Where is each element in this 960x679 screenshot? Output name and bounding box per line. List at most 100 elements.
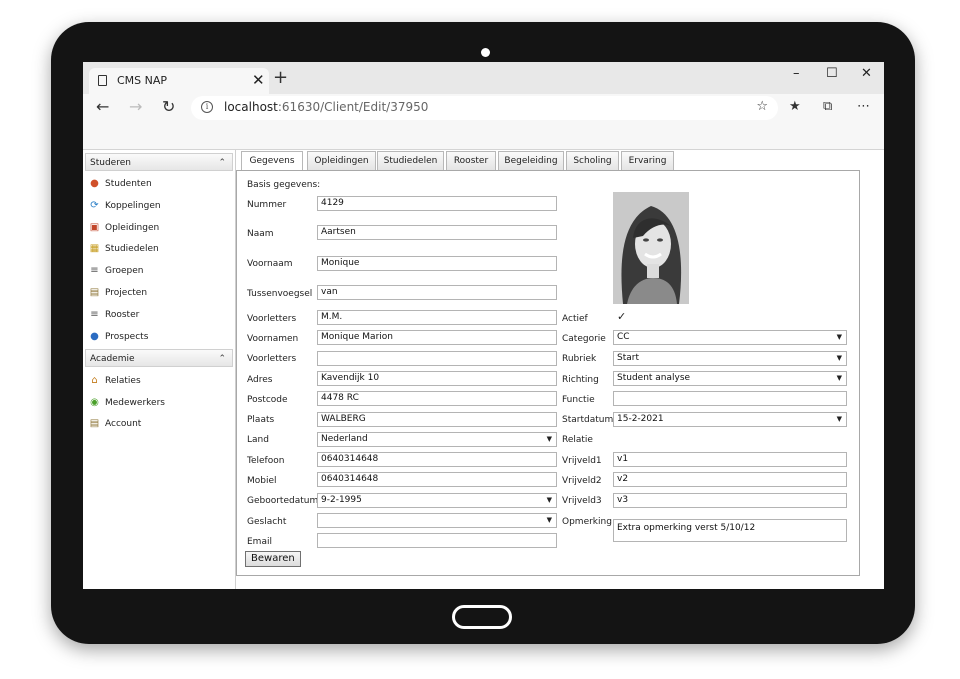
minimize-icon[interactable]: – — [793, 66, 800, 81]
plaats-field[interactable]: WALBERG — [317, 412, 557, 427]
sidebar-item-prospects[interactable]: ● Prospects — [89, 329, 148, 345]
module-icon: ▦ — [89, 243, 100, 254]
student-icon: ● — [90, 178, 99, 189]
adres-field[interactable]: Kavendijk 10 — [317, 371, 557, 386]
more-icon[interactable]: ⋯ — [857, 99, 870, 114]
maximize-icon[interactable]: ☐ — [826, 66, 838, 81]
land-label: Land — [247, 435, 269, 445]
vrijveld1-field[interactable]: v1 — [613, 452, 847, 467]
voorletters2-field[interactable] — [317, 351, 557, 366]
tab-title: CMS NAP — [117, 74, 168, 87]
favorites-icon[interactable]: ★ — [789, 99, 801, 114]
tab-opleidingen[interactable]: Opleidingen — [307, 151, 376, 170]
rubriek-select[interactable]: Start ▼ — [613, 351, 847, 366]
refresh-icon[interactable]: ↻ — [162, 97, 175, 116]
sidebar: Studeren ⌃ ● Studenten ⟳ Koppelingen ▣ Oplei… — [83, 150, 236, 589]
voorletters2-label: Voorletters — [247, 354, 297, 364]
voorletters-label: Voorletters — [247, 314, 297, 324]
voornaam-field[interactable]: Monique — [317, 256, 557, 271]
postcode-label: Postcode — [247, 395, 288, 405]
sidebar-item-koppelingen[interactable]: ⟳ Koppelingen — [89, 198, 160, 214]
richting-label: Richting — [562, 375, 599, 385]
main-content: Gegevens Opleidingen Studiedelen Rooster… — [236, 150, 884, 589]
startdatum-label: Startdatum — [562, 415, 614, 425]
chevron-up-icon: ⌃ — [218, 158, 226, 168]
tab-studiedelen[interactable]: Studiedelen — [377, 151, 444, 170]
camera-dot — [481, 48, 490, 57]
vrijveld3-field[interactable]: v3 — [613, 493, 847, 508]
functie-field[interactable] — [613, 391, 847, 406]
schedule-icon: ≡ — [90, 309, 99, 320]
postcode-field[interactable]: 4478 RC — [317, 391, 557, 406]
naam-label: Naam — [247, 229, 274, 239]
richting-select[interactable]: Student analyse ▼ — [613, 371, 847, 386]
voornamen-label: Voornamen — [247, 334, 299, 344]
project-icon: ▤ — [89, 287, 100, 298]
new-tab-icon[interactable]: + — [273, 67, 288, 88]
voorletters-field[interactable]: M.M. — [317, 310, 557, 325]
sidebar-item-account[interactable]: ▤ Account — [89, 416, 142, 432]
land-select[interactable]: Nederland ▼ — [317, 432, 557, 447]
sidebar-section-studeren[interactable]: Studeren ⌃ — [85, 153, 233, 171]
sidebar-item-medewerkers[interactable]: ◉ Medewerkers — [89, 395, 165, 411]
vrijveld2-field[interactable]: v2 — [613, 472, 847, 487]
categorie-select[interactable]: CC ▼ — [613, 330, 847, 345]
tab-begeleiding[interactable]: Begeleiding — [498, 151, 564, 170]
browser-tab[interactable]: CMS NAP ✕ — [89, 68, 269, 94]
email-field[interactable] — [317, 533, 557, 548]
close-icon[interactable]: ✕ — [252, 71, 265, 89]
naam-field[interactable]: Aartsen — [317, 225, 557, 240]
sidebar-item-relaties[interactable]: ⌂ Relaties — [89, 373, 140, 389]
telefoon-field[interactable]: 0640314648 — [317, 452, 557, 467]
tussenvoegsel-field[interactable]: van — [317, 285, 557, 300]
voornamen-field[interactable]: Monique Marion — [317, 330, 557, 345]
save-button[interactable]: Bewaren — [245, 551, 301, 567]
sidebar-item-rooster[interactable]: ≡ Rooster — [89, 307, 139, 323]
telefoon-label: Telefoon — [247, 456, 285, 466]
startdatum-select[interactable]: 15-2-2021 ▼ — [613, 412, 847, 427]
window-close-icon[interactable]: ✕ — [861, 66, 872, 81]
app-area: Studeren ⌃ ● Studenten ⟳ Koppelingen ▣ Oplei… — [83, 150, 884, 589]
rubriek-label: Rubriek — [562, 354, 597, 364]
sidebar-item-groepen[interactable]: ≡ Groepen — [89, 263, 143, 279]
vrijveld2-label: Vrijveld2 — [562, 476, 602, 486]
home-button[interactable] — [452, 605, 512, 629]
back-icon[interactable]: ← — [96, 97, 109, 116]
add-favorite-icon[interactable]: ☆ — [756, 99, 768, 114]
geslacht-label: Geslacht — [247, 517, 287, 527]
tab-gegevens[interactable]: Gegevens — [241, 151, 303, 172]
collections-icon[interactable]: ⧉ — [823, 99, 832, 114]
opmerking-textarea[interactable]: Extra opmerking verst 5/10/12 — [613, 519, 847, 542]
geboortedatum-select[interactable]: 9-2-1995 ▼ — [317, 493, 557, 508]
geslacht-select[interactable]: ▼ — [317, 513, 557, 528]
sidebar-section-academie[interactable]: Academie ⌃ — [85, 349, 233, 367]
address-bar[interactable]: i localhost:61630/Client/Edit/37950 ☆ — [191, 96, 778, 120]
sidebar-item-studiedelen[interactable]: ▦ Studiedelen — [89, 241, 159, 257]
mobiel-label: Mobiel — [247, 476, 277, 486]
dropdown-arrow-icon: ▼ — [546, 516, 552, 524]
toolbar-strip — [83, 122, 884, 150]
tussenvoegsel-label: Tussenvoegsel — [247, 289, 313, 299]
dropdown-arrow-icon: ▼ — [546, 496, 552, 504]
tab-ervaring[interactable]: Ervaring — [621, 151, 674, 170]
sidebar-item-studenten[interactable]: ● Studenten — [89, 176, 152, 192]
dropdown-arrow-icon: ▼ — [836, 415, 842, 423]
categorie-label: Categorie — [562, 334, 606, 344]
info-icon[interactable]: i — [201, 101, 213, 113]
sidebar-item-projecten[interactable]: ▤ Projecten — [89, 285, 147, 301]
tab-scholing[interactable]: Scholing — [566, 151, 619, 170]
address-row: ← → ↻ i localhost:61630/Client/Edit/3795… — [83, 94, 884, 122]
actief-label: Actief — [562, 314, 588, 324]
chevron-up-icon: ⌃ — [218, 354, 226, 364]
dropdown-arrow-icon: ▼ — [546, 435, 552, 443]
gegevens-panel: Basis gegevens: Nummer 4129 Naam Aartsen… — [236, 170, 860, 576]
course-icon: ▣ — [89, 222, 100, 233]
sidebar-item-opleidingen[interactable]: ▣ Opleidingen — [89, 220, 159, 236]
mobiel-field[interactable]: 0640314648 — [317, 472, 557, 487]
dropdown-arrow-icon: ▼ — [836, 333, 842, 341]
forward-icon[interactable]: → — [129, 97, 142, 116]
nummer-field[interactable]: 4129 — [317, 196, 557, 211]
nummer-label: Nummer — [247, 200, 287, 210]
actief-checkbox[interactable]: ✓ — [617, 311, 628, 323]
tab-rooster[interactable]: Rooster — [446, 151, 496, 170]
